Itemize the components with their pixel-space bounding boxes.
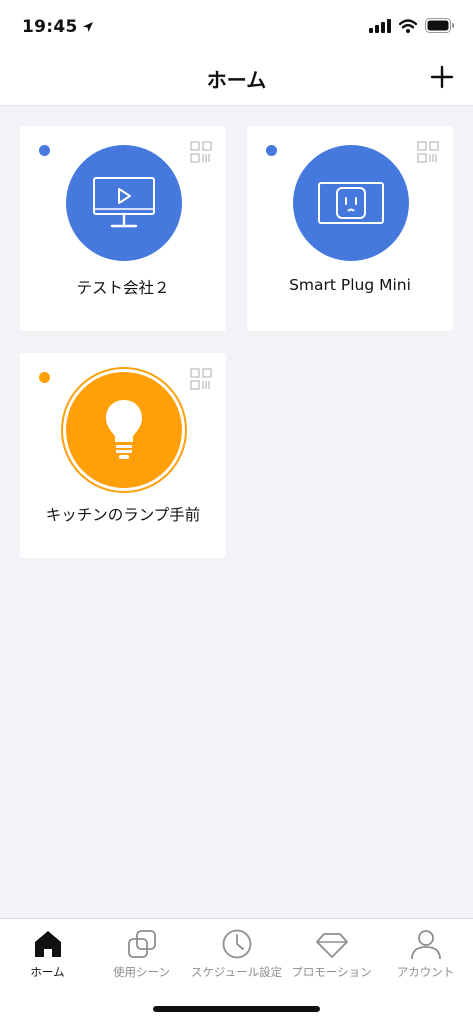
tab-label: アカウント <box>396 965 455 979</box>
bulb-icon <box>106 400 142 459</box>
plug-icon <box>318 182 384 224</box>
nav-bar: ホーム <box>0 56 473 106</box>
device-card-plug[interactable]: Smart Plug Mini <box>247 126 453 331</box>
tv-icon <box>93 177 155 228</box>
wifi-icon <box>399 18 417 33</box>
status-time: 19:45 <box>22 17 78 37</box>
battery-icon <box>425 18 454 33</box>
status-dot <box>39 145 50 156</box>
tab-label: スケジュール設定 <box>190 965 283 979</box>
qr-code-icon[interactable] <box>190 368 212 390</box>
scenes-icon <box>127 930 156 958</box>
home-indicator[interactable] <box>153 1006 320 1012</box>
location-arrow-icon <box>83 22 93 32</box>
tab-schedule[interactable]: スケジュール設定 <box>189 927 284 983</box>
tab-home[interactable]: ホーム <box>0 927 95 983</box>
qr-code-icon[interactable] <box>417 141 439 163</box>
qr-code-icon[interactable] <box>190 141 212 163</box>
tab-label: 使用シーン <box>113 965 170 979</box>
add-device-button[interactable] <box>427 62 457 92</box>
tab-scenes[interactable]: 使用シーン <box>94 927 189 983</box>
device-name: テスト会社２ <box>76 279 170 297</box>
signal-icon <box>369 18 391 33</box>
device-name: Smart Plug Mini <box>289 276 411 294</box>
page-title: ホーム <box>206 68 267 92</box>
device-icon-circle <box>66 372 182 488</box>
tab-account[interactable]: アカウント <box>378 927 473 983</box>
device-name: キッチンのランプ手前 <box>45 506 201 524</box>
tab-promotion[interactable]: プロモーション <box>284 927 379 983</box>
device-card-lamp[interactable]: キッチンのランプ手前 <box>20 353 226 558</box>
person-icon <box>410 930 441 960</box>
device-icon-circle <box>293 145 409 261</box>
tab-label: ホーム <box>30 965 65 979</box>
status-bar: 19:45 <box>0 0 473 56</box>
tab-label: プロモーション <box>291 965 372 979</box>
device-icon-circle <box>66 145 182 261</box>
status-dot <box>39 372 50 383</box>
diamond-icon <box>315 933 348 958</box>
home-icon <box>34 931 61 957</box>
clock-icon <box>222 929 251 959</box>
device-card-tv[interactable]: テスト会社２ <box>20 126 226 331</box>
status-dot <box>266 145 277 156</box>
